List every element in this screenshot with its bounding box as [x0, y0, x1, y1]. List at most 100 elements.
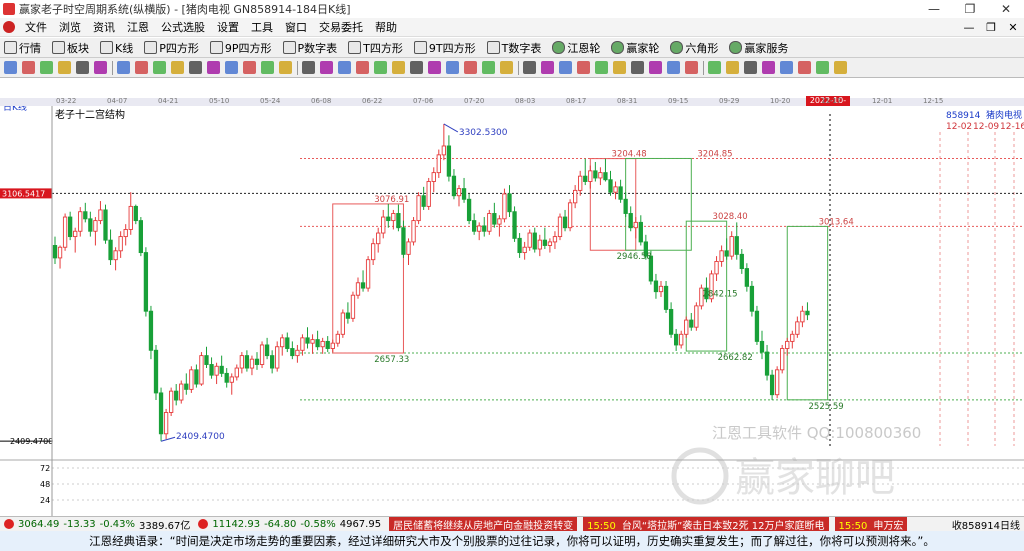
toolbar-t-table-button[interactable]: T数字表 — [483, 40, 541, 56]
drawing-tool-icon[interactable] — [225, 61, 238, 74]
drawing-tool-icon[interactable] — [631, 61, 644, 74]
drawing-tool-icon[interactable] — [446, 61, 459, 74]
drawing-tool-icon[interactable] — [320, 61, 333, 74]
toolbar-t-square-button[interactable]: T四方形 — [344, 40, 403, 56]
candle-body — [441, 145, 446, 156]
candle-body — [295, 349, 300, 357]
drawing-tool-icon[interactable] — [135, 61, 148, 74]
drawing-tool-icon[interactable] — [577, 61, 590, 74]
minimize-button[interactable]: — — [916, 2, 952, 16]
drawing-tool-icon[interactable] — [482, 61, 495, 74]
candle-body — [623, 198, 628, 214]
drawing-tool-icon[interactable] — [279, 61, 292, 74]
drawing-tool-icon[interactable] — [726, 61, 739, 74]
time-axis: 2022-10-31 03-22 04-07 04-21 05-10 05-24 06-0… — [0, 96, 1024, 115]
drawing-tool-icon[interactable] — [762, 61, 775, 74]
candle-body — [249, 358, 255, 369]
toolbar-9t-square-button[interactable]: 9T四方形 — [410, 40, 476, 56]
toolbar-quote-button[interactable]: 行情 — [0, 40, 41, 56]
toolbar-kline-button[interactable]: K线 — [96, 40, 133, 56]
maximize-button[interactable]: ❐ — [952, 2, 988, 16]
candle-body — [562, 216, 568, 229]
drawing-tool-icon[interactable] — [22, 61, 35, 74]
toolbar-sector-button[interactable]: 板块 — [48, 40, 89, 56]
news-ticker-1[interactable]: 居民储蓄将继续从房地产向金融投资转变 — [389, 517, 578, 531]
drawing-tool-icon[interactable] — [117, 61, 130, 74]
toolbar-hexagon-button[interactable]: 六角形 — [666, 40, 718, 56]
drawing-tool-icon[interactable] — [780, 61, 793, 74]
menu-help[interactable]: 帮助 — [369, 19, 403, 35]
drawing-tool-icon[interactable] — [595, 61, 608, 74]
toolbar-p-table-button[interactable]: P数字表 — [279, 40, 337, 56]
toolbar-winner-wheel-button[interactable]: 赢家轮 — [607, 40, 659, 56]
menu-formula[interactable]: 公式选股 — [155, 19, 211, 35]
candle-body — [179, 383, 184, 401]
menu-browse[interactable]: 浏览 — [53, 19, 87, 35]
menu-tools[interactable]: 工具 — [245, 19, 279, 35]
menu-window[interactable]: 窗口 — [279, 19, 313, 35]
mdi-close-button[interactable]: ✕ — [1002, 21, 1024, 34]
drawing-tool-icon[interactable] — [428, 61, 441, 74]
drawing-tool-icon[interactable] — [76, 61, 89, 74]
menu-news[interactable]: 资讯 — [87, 19, 121, 35]
mdi-minimize-button[interactable]: — — [958, 21, 980, 34]
drawing-tool-icon[interactable] — [374, 61, 387, 74]
toolbar-9p-square-button[interactable]: 9P四方形 — [206, 40, 272, 56]
drawing-tool-icon[interactable] — [153, 61, 166, 74]
drawing-tool-icon[interactable] — [816, 61, 829, 74]
drawing-tool-icon[interactable] — [207, 61, 220, 74]
drawing-tool-icon[interactable] — [649, 61, 662, 74]
drawing-tool-icon[interactable] — [685, 61, 698, 74]
drawing-tool-icon[interactable] — [523, 61, 536, 74]
drawing-tool-icon[interactable] — [798, 61, 811, 74]
drawing-tool-icon[interactable] — [392, 61, 405, 74]
drawing-tool-icon[interactable] — [302, 61, 315, 74]
mdi-restore-button[interactable]: ❐ — [980, 21, 1002, 34]
drawing-tool-icon[interactable] — [356, 61, 369, 74]
drawing-tool-icon[interactable] — [744, 61, 757, 74]
level-annotation: 2525.59 — [809, 402, 844, 412]
drawing-tool-icon[interactable] — [613, 61, 626, 74]
menu-gann[interactable]: 江恩 — [121, 19, 155, 35]
drawing-tool-icon[interactable] — [559, 61, 572, 74]
drawing-tool-icon[interactable] — [189, 61, 202, 74]
candle-body — [259, 344, 265, 365]
drawing-tool-icon[interactable] — [667, 61, 680, 74]
drawing-tool-icon[interactable] — [338, 61, 351, 74]
close-button[interactable]: ✕ — [988, 2, 1024, 16]
drawing-tool-icon[interactable] — [834, 61, 847, 74]
toolbar-gann-wheel-button[interactable]: 江恩轮 — [548, 40, 600, 56]
menu-settings[interactable]: 设置 — [211, 19, 245, 35]
toolbar-p-square-button[interactable]: P四方形 — [140, 40, 199, 56]
menu-trade[interactable]: 交易委托 — [313, 19, 369, 35]
candle-body — [795, 321, 800, 335]
candle-body — [517, 237, 522, 254]
candle-body — [436, 154, 441, 174]
candle-body — [371, 243, 376, 261]
drawing-tool-icon[interactable] — [500, 61, 513, 74]
drawing-tool-icon[interactable] — [94, 61, 107, 74]
date-label: 12-16 — [1000, 122, 1024, 132]
drawing-tool-icon[interactable] — [171, 61, 184, 74]
candle-body — [123, 229, 128, 238]
drawing-tool-icon[interactable] — [464, 61, 477, 74]
price-marker-value: 3106.5417 — [2, 189, 45, 198]
toolbar-service-button[interactable]: 赢家服务 — [725, 40, 788, 56]
menu-file[interactable]: 文件 — [19, 19, 53, 35]
drawing-tool-icon[interactable] — [410, 61, 423, 74]
date-label: 12-02 — [946, 122, 972, 132]
drawing-tool-icon[interactable] — [708, 61, 721, 74]
drawing-tool-icon[interactable] — [40, 61, 53, 74]
drawing-tool-icon[interactable] — [58, 61, 71, 74]
drawing-tool-icon[interactable] — [261, 61, 274, 74]
kline-chart[interactable]: 江恩工具软件 QQ:100800360 赢家聊吧 日K线 老子十二宫结构 858914 猪… — [0, 106, 1024, 516]
candle-body — [300, 337, 305, 351]
drawing-tool-icon[interactable] — [541, 61, 554, 74]
drawing-tool-icon[interactable] — [4, 61, 17, 74]
drawing-tool-icon[interactable] — [243, 61, 256, 74]
9t-square-icon — [413, 41, 427, 54]
candle-body — [219, 365, 224, 374]
news-ticker-3[interactable]: 15:50 申万宏 — [834, 517, 908, 531]
candle-body — [148, 310, 154, 351]
news-ticker-2[interactable]: 15:50 台风“塔拉斯”袭击日本致2死 12万户家庭断电 — [583, 517, 829, 531]
